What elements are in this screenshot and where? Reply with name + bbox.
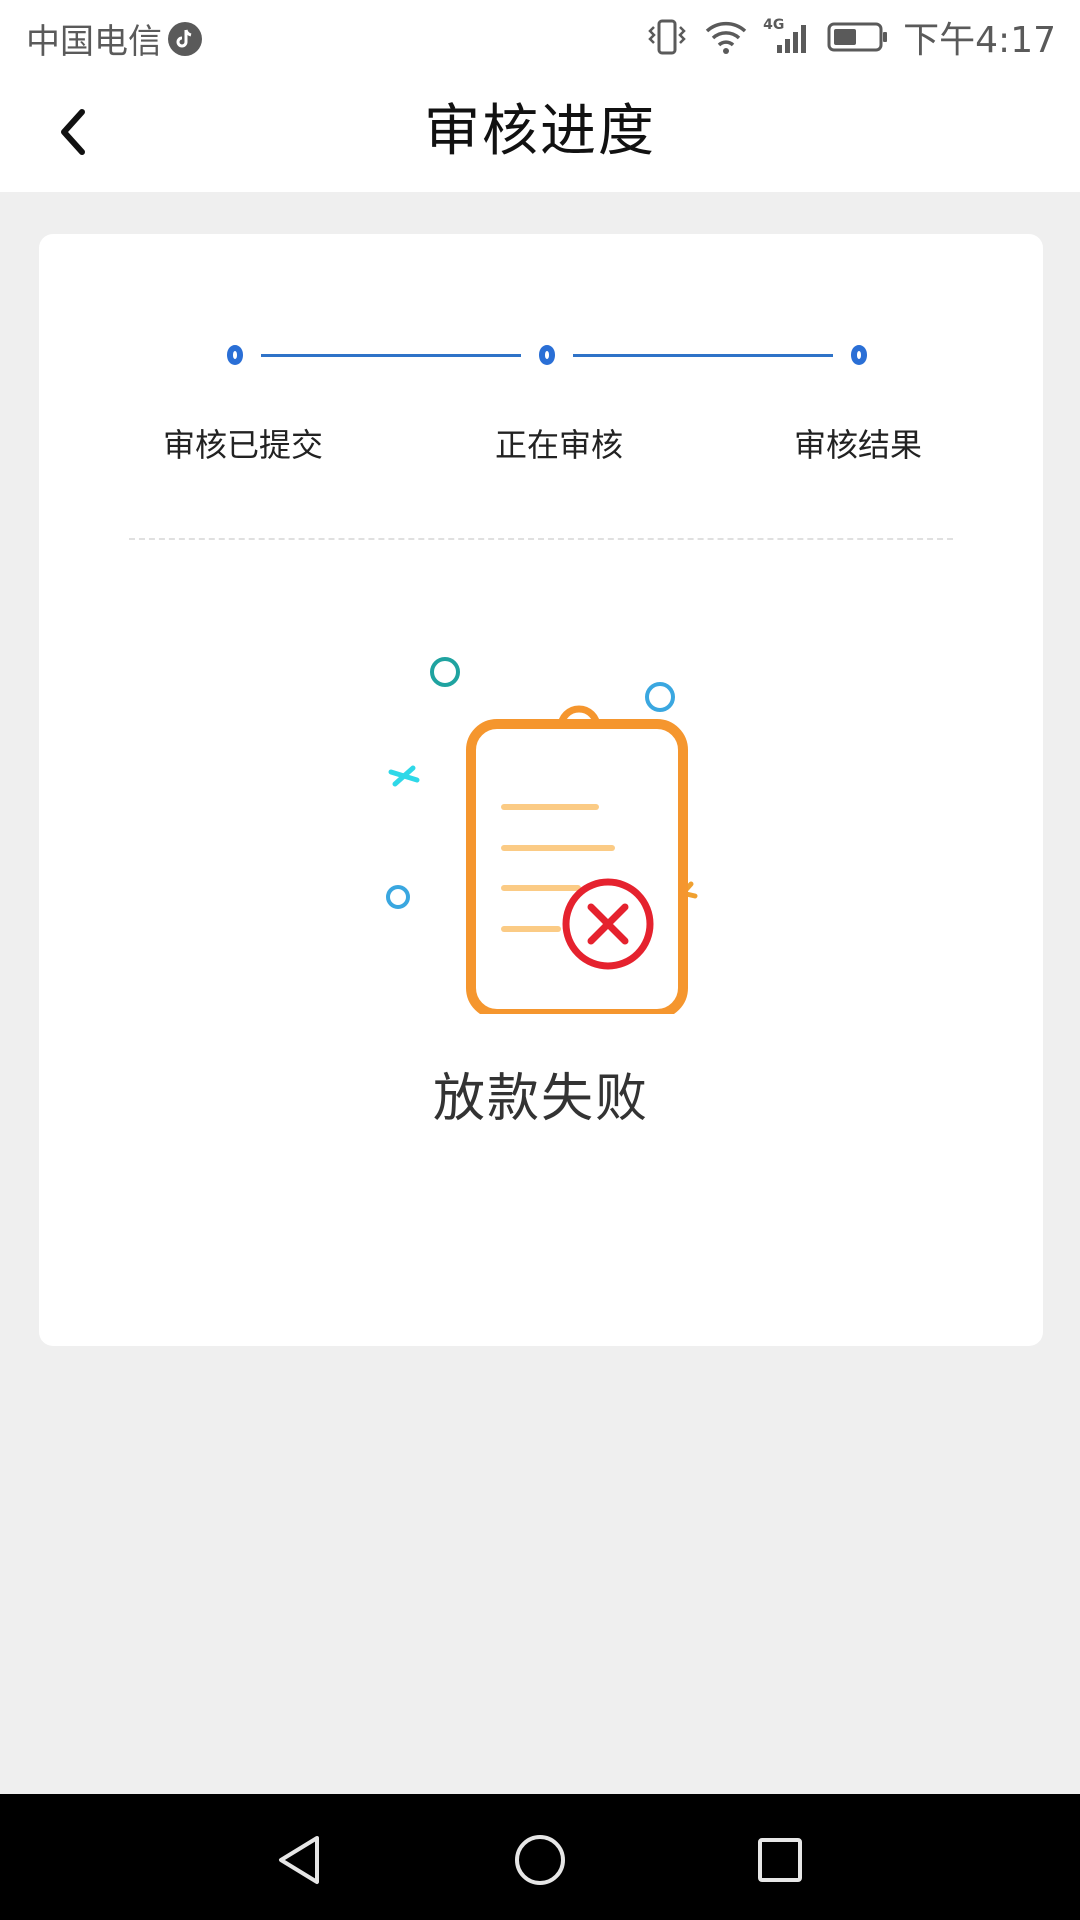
progress-card: 审核已提交 正在审核 审核结果 放款失败 <box>39 234 1043 1346</box>
step-connector <box>573 354 833 357</box>
tiktok-icon <box>168 21 202 56</box>
dashed-divider <box>129 538 953 540</box>
app-header: 审核进度 <box>0 74 1080 192</box>
clipboard-failed-icon <box>379 634 709 1019</box>
step-connector <box>261 354 521 357</box>
recents-square-icon <box>758 1838 802 1882</box>
signal-icon: 4G <box>763 17 813 57</box>
carrier-name: 中国电信 <box>26 22 162 62</box>
system-nav-bar <box>0 1794 1080 1920</box>
back-triangle-icon <box>279 1836 319 1884</box>
clock: 下午4:17 <box>903 20 1056 61</box>
home-circle-icon <box>515 1835 565 1885</box>
battery-icon <box>827 22 888 52</box>
step-label: 审核结果 <box>793 426 922 464</box>
step-label: 正在审核 <box>494 426 623 464</box>
nav-home-button[interactable] <box>500 1820 580 1900</box>
step-dot-reviewing <box>530 338 564 372</box>
step-dot-result <box>842 338 876 372</box>
status-icons: 4G 下午4:17 <box>645 12 1056 62</box>
step-dot-submitted <box>218 338 252 372</box>
carrier-area: 中国电信 <box>26 14 202 63</box>
step-label: 审核已提交 <box>162 426 323 464</box>
nav-back-button[interactable] <box>259 1820 339 1900</box>
nav-recents-button[interactable] <box>740 1820 820 1900</box>
page-title: 审核进度 <box>424 99 656 164</box>
progress-steps: 审核已提交 正在审核 审核结果 <box>39 234 1043 534</box>
vibrate-icon <box>648 19 686 55</box>
status-bar: 中国电信 4G 下午4:17 <box>0 0 1080 74</box>
wifi-icon <box>705 21 747 54</box>
result-status: 放款失败 <box>432 1069 649 1129</box>
